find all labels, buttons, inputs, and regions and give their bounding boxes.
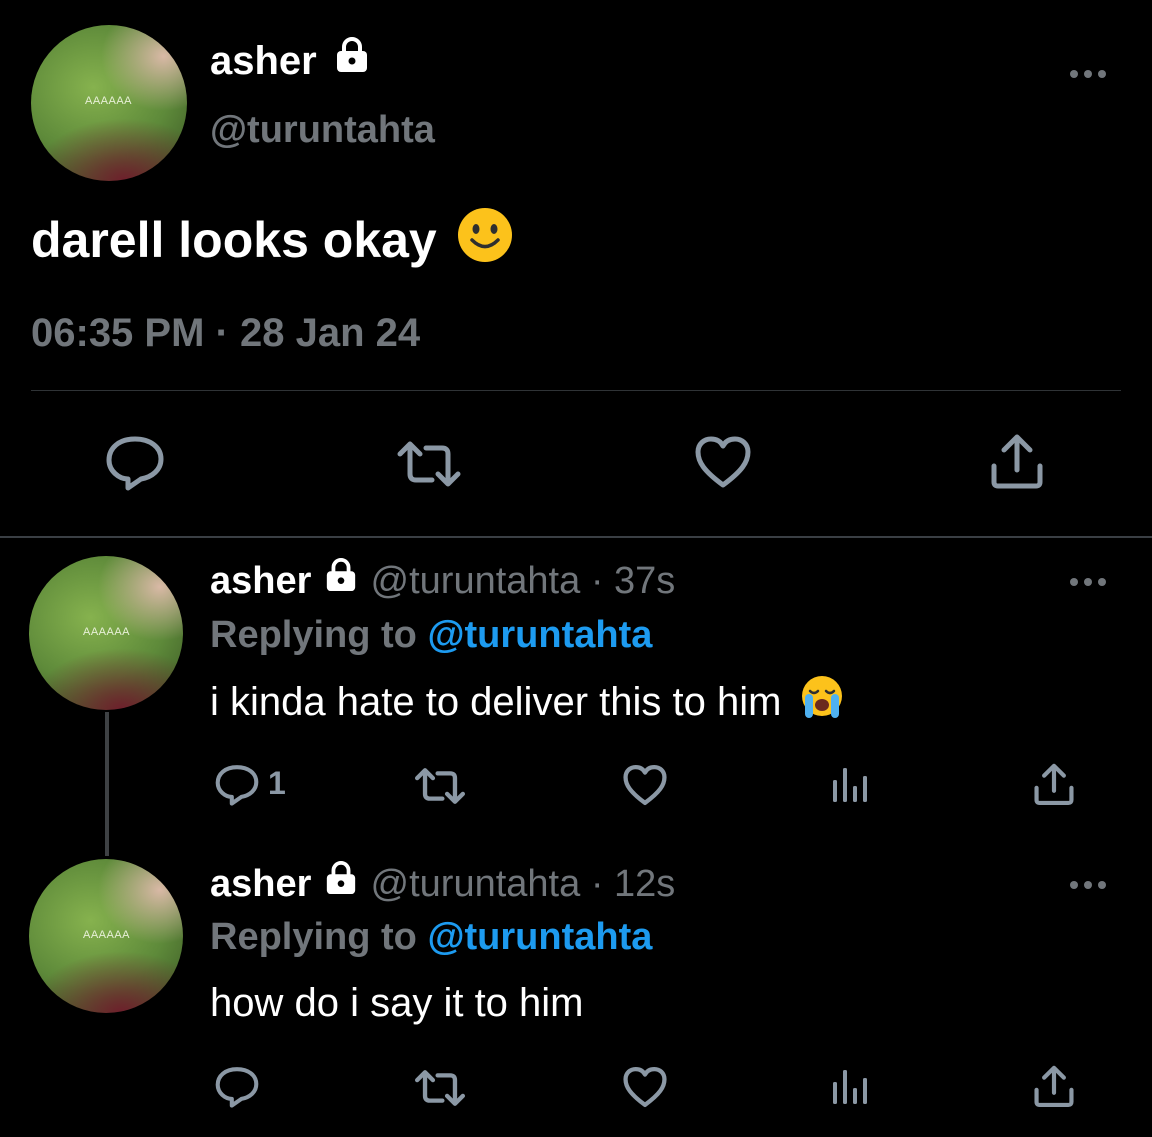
thread-line <box>105 712 109 856</box>
separator: · <box>590 863 604 905</box>
retweet-icon[interactable] <box>414 767 466 805</box>
avatar-caption: AAAAAA <box>85 95 133 107</box>
reply-text-body: i kinda hate to deliver this to him <box>210 680 782 725</box>
separator: · <box>590 560 604 602</box>
avatar[interactable]: AAAAAA <box>29 556 183 710</box>
reply-text: i kinda hate to deliver this to him <box>210 676 845 733</box>
share-icon[interactable] <box>1032 1064 1076 1108</box>
reply-text-body: how do i say it to him <box>210 981 584 1025</box>
replying-prefix: Replying to <box>210 916 417 958</box>
lock-icon <box>322 860 360 906</box>
display-name[interactable]: asher <box>210 560 311 602</box>
avatar-caption: AAAAAA <box>83 929 131 941</box>
reply-icon[interactable] <box>214 1065 260 1109</box>
replying-handle-link[interactable]: @turuntahta <box>427 916 652 958</box>
divider <box>31 390 1121 391</box>
reply-count: 1 <box>268 765 286 801</box>
display-name[interactable]: asher <box>210 37 372 86</box>
retweet-icon[interactable] <box>414 1069 466 1107</box>
reply-text: how do i say it to him <box>210 979 584 1027</box>
more-options-icon[interactable] <box>1070 68 1110 80</box>
slightly-smiling-face-icon <box>457 207 513 275</box>
tweet-text-body: darell looks okay <box>31 212 437 269</box>
time-ago[interactable]: 12s <box>614 863 675 905</box>
analytics-icon[interactable] <box>830 766 870 804</box>
reply-header: asher @turuntahta · 37s <box>210 558 675 606</box>
handle[interactable]: @turuntahta <box>210 108 435 152</box>
replying-prefix: Replying to <box>210 614 417 656</box>
avatar[interactable]: AAAAAA <box>31 25 187 181</box>
replying-to: Replying to @turuntahta <box>210 914 652 960</box>
lock-icon <box>332 37 372 83</box>
tweet-text: darell looks okay <box>31 207 513 278</box>
divider <box>0 536 1152 538</box>
more-options-icon[interactable] <box>1070 879 1110 891</box>
replying-handle-link[interactable]: @turuntahta <box>427 614 652 656</box>
avatar-caption: AAAAAA <box>83 626 131 638</box>
handle[interactable]: @turuntahta <box>371 863 581 905</box>
share-icon[interactable] <box>1032 762 1076 806</box>
share-icon[interactable] <box>988 432 1046 490</box>
display-name[interactable]: asher <box>210 863 311 905</box>
reply-icon[interactable] <box>104 434 166 492</box>
replying-to: Replying to @turuntahta <box>210 612 652 658</box>
display-name-text: asher <box>210 39 317 83</box>
analytics-icon[interactable] <box>830 1068 870 1106</box>
time-ago[interactable]: 37s <box>614 560 675 602</box>
like-icon[interactable] <box>694 435 752 489</box>
more-options-icon[interactable] <box>1070 576 1110 588</box>
loudly-crying-face-icon <box>799 674 845 731</box>
reply-header: asher @turuntahta · 12s <box>210 861 675 909</box>
retweet-icon[interactable] <box>396 440 462 488</box>
lock-icon <box>322 557 360 603</box>
like-icon[interactable] <box>622 1066 668 1108</box>
reply-icon[interactable] <box>214 763 260 807</box>
like-icon[interactable] <box>622 764 668 806</box>
handle[interactable]: @turuntahta <box>371 560 581 602</box>
timestamp[interactable]: 06:35 PM · 28 Jan 24 <box>31 310 420 356</box>
avatar[interactable]: AAAAAA <box>29 859 183 1013</box>
